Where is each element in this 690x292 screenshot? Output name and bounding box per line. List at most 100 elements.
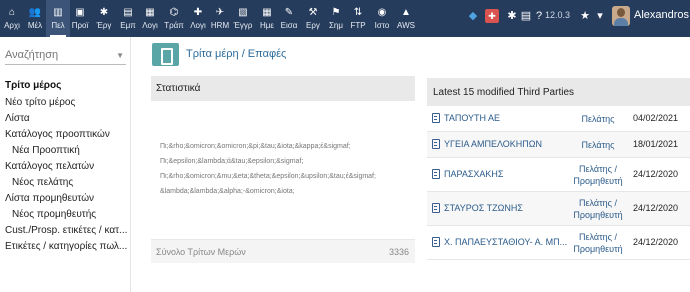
table-row[interactable]: Χ. ΠΑΠΑΕΥΣΤΑΘΙΟΥ- Α. ΜΠ... Πελάτης / Προμ…	[427, 226, 690, 260]
username[interactable]: Alexandros	[634, 9, 689, 21]
top-menu-bar: ⌂ Αρχι 👥 Μέλ ▥ Πελ ▣ Προϊ ✱ Έργ ▤ Εμπ ▦ Λογι ⌬ Τράπ ✚ Λογ…	[0, 0, 690, 37]
top-menu-item[interactable]: ⇅ FTP	[346, 0, 370, 37]
top-menu-item[interactable]: ◉ Ιστο	[370, 0, 394, 37]
top-menu-item[interactable]: ⚑ Σημ	[324, 0, 348, 37]
print-icon[interactable]: ▤	[519, 9, 533, 23]
commercial-icon: ▤	[123, 7, 133, 18]
notification-icon[interactable]: ◆	[466, 9, 480, 23]
top-menu-item[interactable]: 👥 Μέλ	[23, 0, 47, 37]
building-icon	[432, 237, 440, 247]
chevron-down-icon[interactable]: ▾	[593, 9, 607, 23]
agenda-icon: ▦	[262, 7, 272, 18]
bug-icon[interactable]: ✱	[505, 9, 519, 23]
question-icon[interactable]: ?	[532, 9, 546, 23]
third-party-type: Πελάτης / Προμηθευτή	[573, 164, 623, 186]
building-icon	[432, 203, 440, 213]
building-icon	[432, 169, 440, 179]
avatar[interactable]	[612, 6, 630, 26]
third-party-link[interactable]: ΠΑΡΑΣΧΑΚΗΣ	[444, 169, 584, 179]
website-icon: ◉	[377, 7, 387, 18]
statistics-text-line: Πι;&epsilon;&lambda;ά&tau;&epsilon;&sigm…	[160, 158, 304, 165]
statistics-text-line: &lambda;&lambda;&alpha;-&omicron;&iota;	[160, 188, 295, 195]
close-icon[interactable]: ✚	[485, 9, 499, 23]
third-party-type: Πελάτης / Προμηθευτή	[573, 232, 623, 254]
latest-third-parties-header: Latest 15 modified Third Parties	[427, 78, 690, 106]
menu-item[interactable]: Κατάλογος προοπτικών	[5, 128, 130, 142]
menu-item[interactable]: Λίστα	[5, 112, 130, 126]
statistics-total-label: Σύνολο Τρίτων Μερών	[156, 247, 246, 257]
latest-third-parties-panel: Latest 15 modified Third Parties ΤΑΠΟΥΤΗ…	[427, 78, 690, 260]
top-menu-item[interactable]: ✱ Έργ	[92, 0, 116, 37]
top-menu-item[interactable]: ▧ Έγγρ	[231, 0, 255, 37]
top-menu-item[interactable]: ✎ Εισα	[277, 0, 301, 37]
search-box[interactable]: ▼	[5, 45, 126, 65]
chevron-down-icon[interactable]: ▼	[116, 51, 124, 60]
table-row[interactable]: ΠΑΡΑΣΧΑΚΗΣ Πελάτης / Προμηθευτή 24/12/2020	[427, 158, 690, 192]
third-party-link[interactable]: Χ. ΠΑΠΑΕΥΣΤΑΘΙΟΥ- Α. ΜΠ...	[444, 237, 584, 247]
statistics-text-line: Πι;&rho;&omicron;&mu;&eta;&theta;&epsilo…	[160, 173, 376, 180]
projects-icon: ✱	[99, 7, 109, 18]
menu-item[interactable]: Λίστα προμηθευτών	[5, 192, 130, 206]
menu-section-title[interactable]: Τρίτο μέρος	[5, 79, 130, 93]
menu-item[interactable]: Νέα Προοπτική	[12, 144, 130, 158]
third-party-icon: ▥	[53, 7, 63, 18]
top-menu-label: AWS	[397, 21, 415, 30]
top-menu-item[interactable]: ▣ Προϊ	[68, 0, 92, 37]
top-menu-item[interactable]: ✈ HRM	[208, 0, 232, 37]
top-menu-item[interactable]: ▲ AWS	[394, 0, 418, 37]
menu-item[interactable]: Νέος πελάτης	[12, 176, 130, 190]
top-menu-item[interactable]: ⌂ Αρχι	[0, 0, 24, 37]
ftp-icon: ⇅	[353, 7, 363, 18]
star-icon[interactable]: ★	[578, 9, 592, 23]
top-menu-item[interactable]: ⚒ Εργ	[301, 0, 325, 37]
building-icon	[432, 113, 440, 123]
menu-item[interactable]: Cust./Prosp. ετικέτες / κατ...	[5, 224, 130, 238]
top-menu-item[interactable]: ▦ Λογι	[138, 0, 162, 37]
tickets-icon: ✎	[284, 7, 294, 18]
tools-icon: ⚒	[308, 7, 318, 18]
documents-icon: ▧	[238, 7, 248, 18]
latest-third-parties-title: Latest 15 modified Third Parties	[433, 87, 575, 98]
flag-icon: ⚑	[331, 7, 341, 18]
aws-icon: ▲	[401, 7, 411, 18]
third-party-type: Πελάτης	[581, 114, 615, 124]
search-input[interactable]	[5, 45, 113, 64]
table-row[interactable]: ΣΤΑΥΡΟΣ ΤΖΩΝΗΣ Πελάτης / Προμηθευτή 24/12/…	[427, 192, 690, 226]
statistics-text-line: Πι;&rho;&omicron;&omicron;&pi;&tau;&iota…	[160, 143, 351, 150]
statistics-body: Πι;&rho;&omicron;&omicron;&pi;&tau;&iota…	[151, 101, 415, 239]
third-party-type: Πελάτης	[581, 140, 615, 150]
third-party-link[interactable]: ΥΓΕΙΑ ΑΜΠΕΛΟΚΗΠΩΝ	[444, 139, 584, 149]
bank-icon: ⌬	[169, 7, 179, 18]
third-party-icon	[152, 43, 179, 66]
modified-date: 24/12/2020	[633, 203, 679, 213]
menu-item[interactable]: Νέος προμηθευτής	[12, 208, 130, 222]
statistics-header: Στατιστικά	[151, 76, 415, 101]
top-menu-item[interactable]: ▦ Ημε	[255, 0, 279, 37]
statistics-panel: Στατιστικά Πι;&rho;&omicron;&omicron;&pi…	[151, 76, 415, 264]
top-menu-item[interactable]: ✚ Λογι	[186, 0, 210, 37]
table-row[interactable]: ΥΓΕΙΑ ΑΜΠΕΛΟΚΗΠΩΝ Πελάτης 18/01/2021	[427, 132, 690, 158]
menu-item[interactable]: Κατάλογος πελατών	[5, 160, 130, 174]
page-title: Τρίτα μέρη / Επαφές	[186, 48, 287, 60]
left-menu: ▼ Τρίτο μέρος Νέο τρίτο μέρος Λίστα Κατάλογ…	[0, 37, 131, 292]
modified-date: 24/12/2020	[633, 169, 679, 179]
home-icon: ⌂	[8, 7, 16, 18]
building-icon	[432, 139, 440, 149]
table-row[interactable]: ΤΑΠΟΥΤΗ ΑΕ Πελάτης 04/02/2021	[427, 106, 690, 132]
menu-item[interactable]: Νέο τρίτο μέρος	[5, 96, 130, 110]
top-menu-item[interactable]: ⌬ Τράπ	[162, 0, 186, 37]
menu-item[interactable]: Ετικέτες / κατηγορίες πωλ...	[5, 240, 130, 254]
hrm-icon: ✈	[215, 7, 225, 18]
statistics-total-value: 3336	[388, 247, 409, 257]
third-party-type: Πελάτης / Προμηθευτή	[573, 198, 623, 220]
third-party-link[interactable]: ΤΑΠΟΥΤΗ ΑΕ	[444, 113, 584, 123]
statistics-total-row: Σύνολο Τρίτων Μερών 3336	[151, 239, 415, 263]
top-menu-item[interactable]: ▤ Εμπ	[116, 0, 140, 37]
third-party-link[interactable]: ΣΤΑΥΡΟΣ ΤΖΩΝΗΣ	[444, 203, 584, 213]
version-label: 12.0.3	[545, 10, 571, 20]
top-menu-item[interactable]: ▥ Πελ	[46, 0, 70, 37]
products-icon: ▣	[75, 7, 85, 18]
billing-icon: ▦	[145, 7, 155, 18]
accounting-icon: ✚	[193, 7, 203, 18]
members-icon: 👥	[28, 7, 42, 18]
